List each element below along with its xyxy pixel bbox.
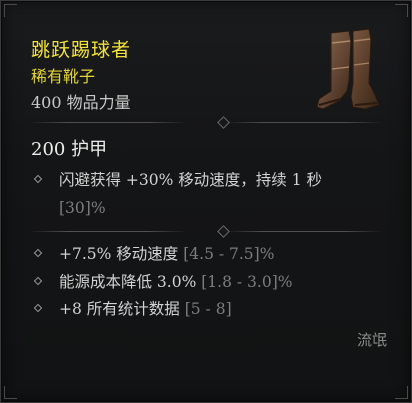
item-name: 跳跃踢球者 [31, 39, 132, 61]
diamond-bullet-icon [33, 174, 43, 184]
affix-range: [5 - 8] [184, 300, 232, 318]
armor-value: 200 护甲 [31, 139, 108, 160]
affix-range: [4.5 - 7.5]% [183, 245, 275, 263]
class-requirement: 流氓 [356, 331, 387, 349]
affix-range: [30]% [59, 199, 106, 217]
diamond-bullet-icon [33, 248, 43, 258]
boots-icon [316, 28, 380, 110]
frame-corner [395, 4, 408, 17]
diamond-bullet-icon [33, 276, 43, 286]
item-tooltip: 跳跃踢球者 稀有靴子 400 物品力量 200 护甲 闪避获得 +30% 移动速… [0, 0, 412, 403]
frame-corner [4, 386, 17, 399]
frame-corner [4, 4, 17, 17]
affix-text: 能源成本降低 3.0% [59, 273, 197, 291]
item-power: 400 物品力量 [31, 93, 131, 112]
affix-text: +7.5% 移动速度 [59, 245, 179, 263]
section-divider [29, 225, 383, 238]
frame-corner [395, 386, 408, 399]
item-type: 稀有靴子 [31, 67, 96, 86]
affix-range: [1.8 - 3.0]% [201, 273, 293, 291]
section-divider [29, 116, 383, 129]
diamond-bullet-icon [33, 303, 43, 313]
affix-text: +8 所有统计数据 [59, 300, 180, 318]
affix-text: 闪避获得 +30% 移动速度，持续 1 秒 [59, 171, 323, 189]
